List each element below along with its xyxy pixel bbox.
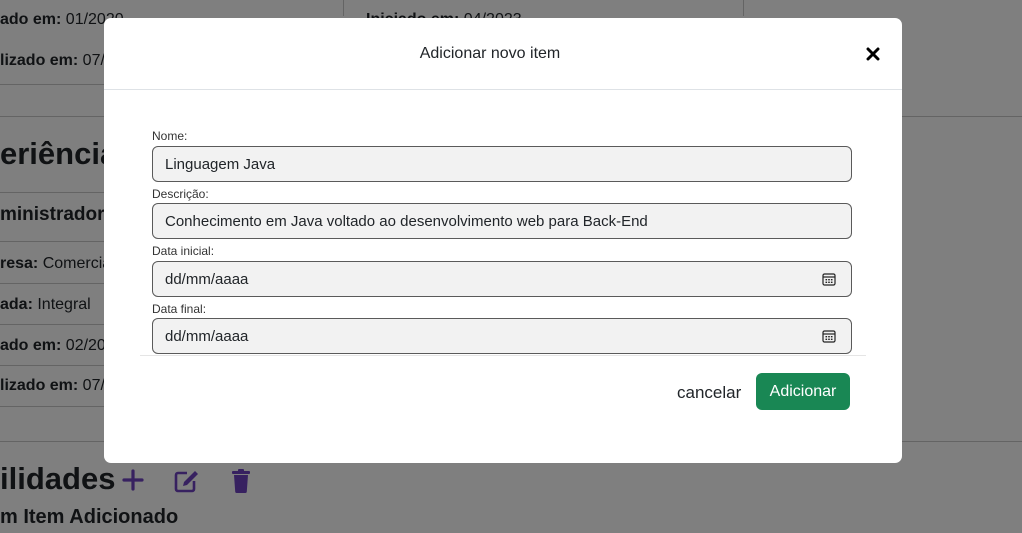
end-date-label: Data final: [152, 302, 207, 316]
name-input[interactable]: Linguagem Java [152, 146, 852, 182]
description-input[interactable]: Conhecimento em Java voltado ao desenvol… [152, 203, 852, 239]
modal-header: Adicionar novo item [104, 18, 902, 90]
start-date-value: dd/mm/aaaa [165, 271, 249, 288]
description-label: Descrição: [152, 187, 209, 201]
add-button[interactable]: Adicionar [756, 373, 850, 410]
end-date-value: dd/mm/aaaa [165, 328, 249, 345]
modal-body: Nome: Linguagem Java Descrição: Conhecim… [140, 122, 870, 357]
modal-title: Adicionar novo item [419, 45, 561, 62]
start-date-label: Data inicial: [152, 244, 215, 258]
cancel-button[interactable]: cancelar [677, 383, 741, 403]
name-value: Linguagem Java [165, 156, 276, 173]
footer-divider [140, 355, 866, 356]
add-item-modal: Adicionar novo item Nome: Linguagem Java… [104, 18, 902, 463]
name-label: Nome: [152, 129, 188, 143]
calendar-icon[interactable] [822, 272, 836, 286]
end-date-input[interactable]: dd/mm/aaaa [152, 318, 852, 354]
description-value: Conhecimento em Java voltado ao desenvol… [165, 213, 648, 230]
calendar-icon[interactable] [822, 329, 836, 343]
close-icon [866, 47, 880, 61]
close-button[interactable] [860, 41, 886, 67]
start-date-input[interactable]: dd/mm/aaaa [152, 261, 852, 297]
